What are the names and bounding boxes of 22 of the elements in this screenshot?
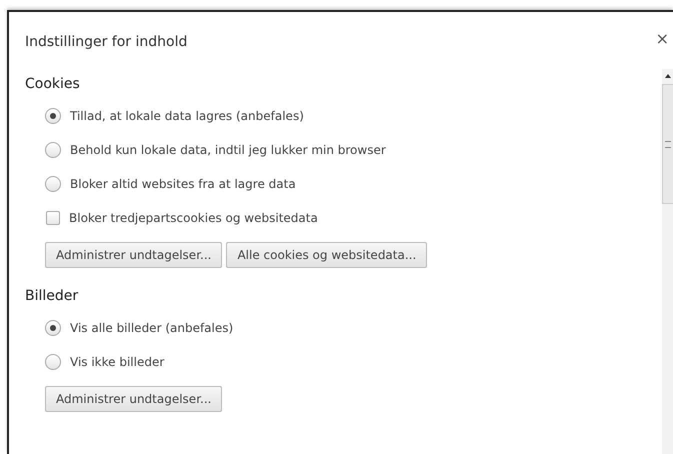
scrollbar[interactable] xyxy=(662,69,673,454)
option-label: Vis alle billeder (anbefales) xyxy=(70,321,234,335)
scroll-up-icon[interactable] xyxy=(664,74,670,78)
option-label: Behold kun lokale data, indtil jeg lukker min browser xyxy=(70,143,386,157)
action-button[interactable]: Administrer undtagelser... xyxy=(45,242,222,268)
scroll-thumb[interactable] xyxy=(662,84,673,204)
action-button[interactable]: Alle cookies og websitedata... xyxy=(226,242,428,268)
radio-button[interactable] xyxy=(45,142,61,158)
action-button[interactable]: Administrer undtagelser... xyxy=(45,386,222,412)
radio-button[interactable] xyxy=(45,354,61,370)
checkbox[interactable] xyxy=(46,211,60,225)
option-label: Vis ikke billeder xyxy=(70,355,164,369)
radio-button[interactable] xyxy=(45,176,61,192)
option-label: Bloker tredjepartscookies og websitedata xyxy=(69,211,318,225)
section-heading: Cookies xyxy=(25,76,81,92)
option-label: Tillad, at lokale data lagres (anbefales) xyxy=(70,109,304,123)
radio-button[interactable] xyxy=(45,320,61,336)
section-heading: Billeder xyxy=(25,288,80,304)
close-button[interactable]: × xyxy=(656,31,669,47)
radio-button[interactable] xyxy=(45,108,61,124)
dialog-title: Indstillinger for indhold xyxy=(25,34,188,50)
option-label: Bloker altid websites fra at lagre data xyxy=(70,177,296,191)
